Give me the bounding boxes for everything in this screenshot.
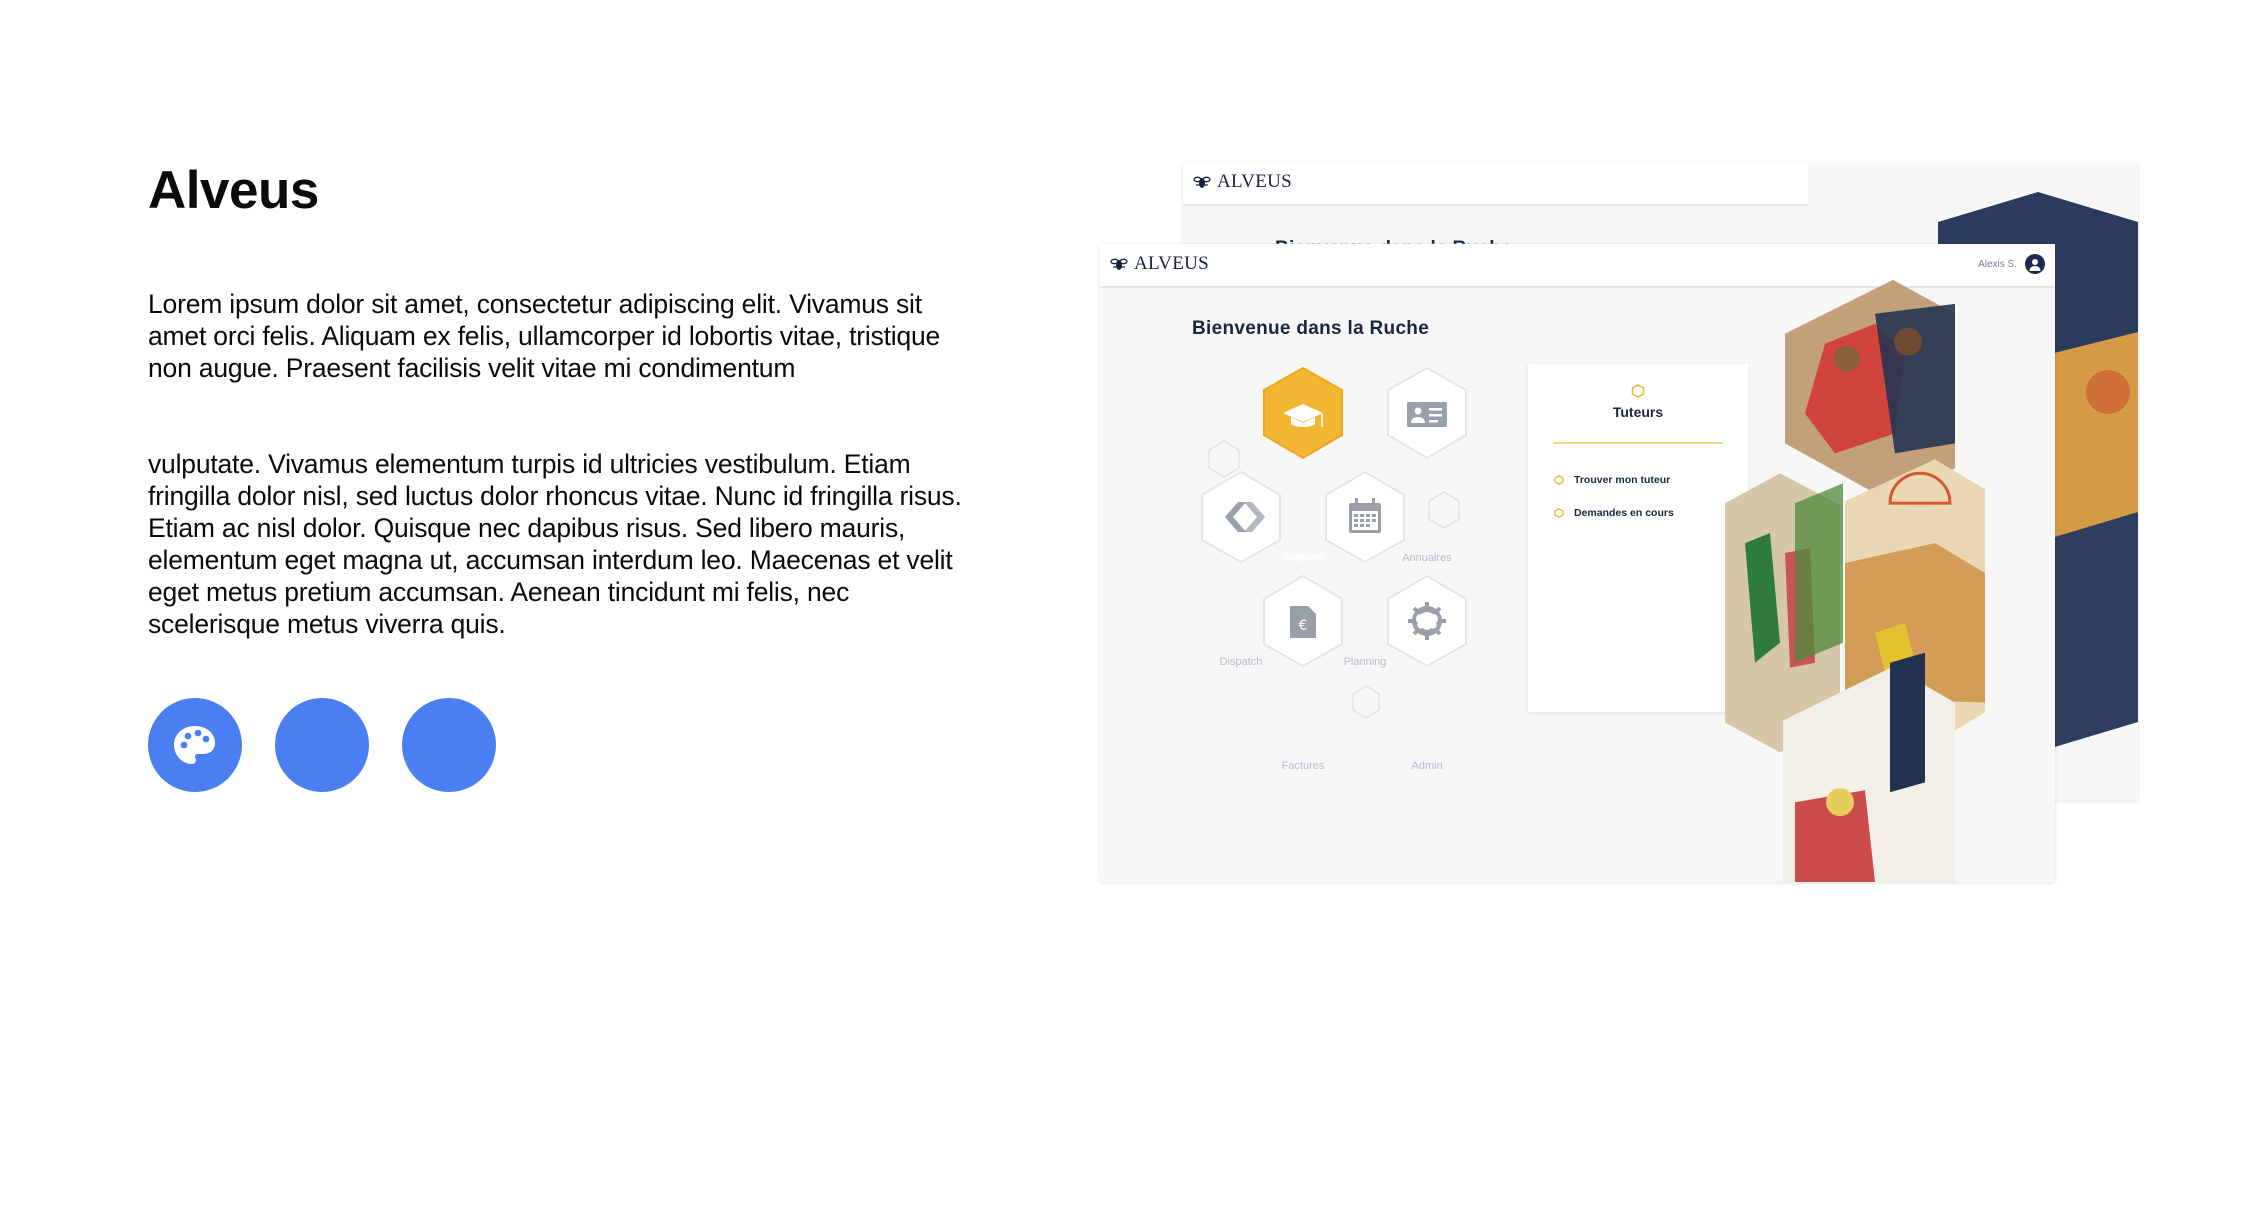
tile-tuteurs[interactable] [1263,366,1343,460]
palette-icon [174,726,215,764]
hexagon-bullet-icon [1554,475,1564,485]
hexagon-icon [1631,384,1645,398]
photo-collage [1725,279,1985,882]
invoice-icon: € [1290,606,1316,638]
hexagon-bullet-icon [1554,508,1564,518]
blank-button-3[interactable] [402,698,496,792]
page-title: Alveus [148,161,319,220]
action-buttons [148,698,496,792]
tile-label-dispatch: Dispatch [1219,656,1263,668]
tile-label-annuaires: Annuaires [1402,552,1452,564]
tile-factures[interactable]: € [1263,574,1343,668]
bee-logo-icon [1193,176,1211,188]
panel-link-label: Trouver mon tuteur [1574,474,1671,486]
tile-annuaires[interactable] [1387,366,1467,460]
blank-button-2[interactable] [275,698,369,792]
tile-planning[interactable] [1325,470,1405,564]
panel-divider [1553,442,1723,444]
panel-link-trouver-tuteur[interactable]: Trouver mon tuteur [1554,474,1670,486]
mockup-logo: ALVEUS [1193,171,1292,193]
tile-label-planning: Planning [1343,656,1387,668]
calendar-icon [1349,498,1381,533]
svg-text:€: € [1299,618,1308,634]
panel-link-label: Demandes en cours [1574,507,1674,519]
tile-admin[interactable] [1387,574,1467,668]
tile-label-tuteurs: Tuteurs [1283,552,1323,564]
body-paragraph: vulputate. Vivamus elementum turpis id u… [148,449,962,639]
intro-paragraph: Lorem ipsum dolor sit amet, consectetur … [148,289,941,383]
palette-button[interactable] [148,698,242,792]
logo-text: ALVEUS [1217,171,1292,192]
tile-label-admin: Admin [1411,760,1443,772]
panel-link-demandes[interactable]: Demandes en cours [1554,507,1674,519]
panel-title: Tuteurs [1612,404,1664,420]
tile-label-factures: Factures [1281,760,1325,772]
id-card-icon [1407,402,1447,427]
tile-dispatch[interactable] [1201,470,1281,564]
tuteurs-panel: Tuteurs Trouver mon tuteur Demandes en c… [1528,364,1748,712]
mockup-window-front: ALVEUS Alexis S. Bienvenue dans la Ruche [1100,244,2055,882]
